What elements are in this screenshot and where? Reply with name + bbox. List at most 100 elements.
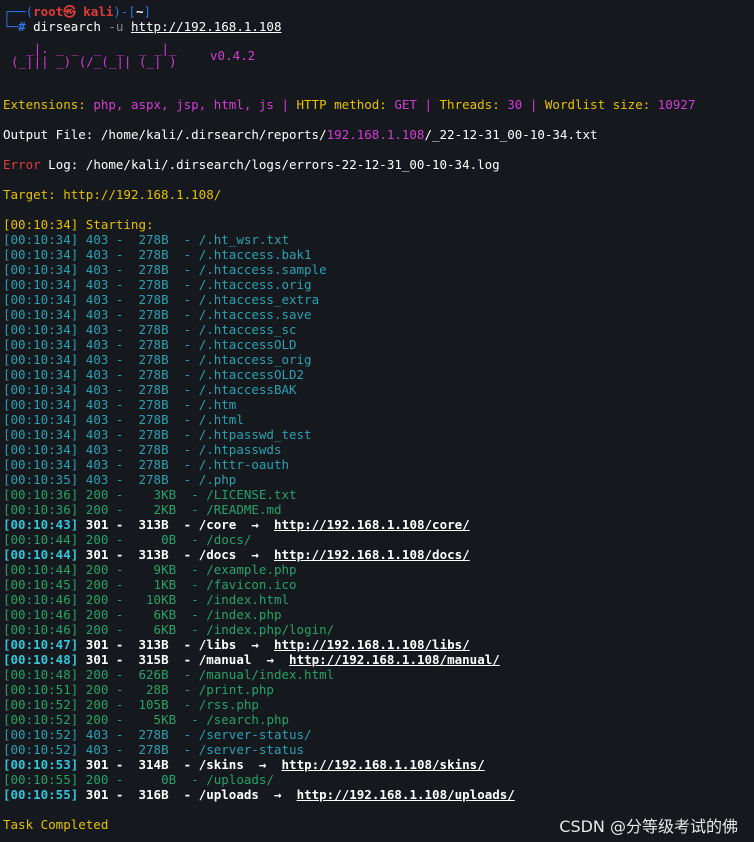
result-path: /.htaccess.save (198, 307, 312, 322)
result-size: 278B (123, 367, 169, 382)
result-size: 278B (123, 292, 169, 307)
result-size: 278B (123, 262, 169, 277)
result-status: 200 (85, 487, 109, 502)
arrow-right-icon: → (251, 547, 259, 562)
config-line: Extensions: php, aspx, jsp, html, js | H… (3, 97, 696, 112)
result-status: 200 (85, 682, 109, 697)
result-time: [00:10:46] (3, 622, 79, 637)
redirect-link[interactable]: http://192.168.1.108/core/ (274, 517, 470, 532)
result-path: /rss.php (198, 697, 259, 712)
redirect-link[interactable]: http://192.168.1.108/manual/ (289, 652, 500, 667)
result-time: [00:10:34] (3, 247, 79, 262)
result-path: /index.php (206, 607, 282, 622)
result-row: [00:10:44] 200 - 0B - /docs/ (3, 532, 252, 547)
result-row: [00:10:45] 200 - 1KB - /favicon.ico (3, 577, 297, 592)
result-path: /.htpasswds (198, 442, 282, 457)
starting-line: [00:10:34] Starting: (3, 217, 154, 232)
result-size: 278B (123, 382, 169, 397)
result-path: /.htaccessOLD2 (198, 367, 305, 382)
result-status: 200 (85, 697, 109, 712)
result-time: [00:10:46] (3, 607, 79, 622)
result-size: 2KB (123, 502, 177, 517)
result-status: 200 (85, 607, 109, 622)
result-time: [00:10:34] (3, 442, 79, 457)
result-status: 200 (85, 622, 109, 637)
result-path: /libs (198, 637, 237, 652)
result-status: 301 (85, 787, 109, 802)
arrow-right-icon: → (273, 787, 282, 802)
redirect-link[interactable]: http://192.168.1.108/skins/ (282, 757, 485, 772)
result-row: [00:10:34] 403 - 278B - /.htpasswd_test (3, 427, 312, 442)
result-size: 0B (123, 532, 177, 547)
result-time: [00:10:34] (3, 307, 79, 322)
result-size: 0B (123, 772, 177, 787)
result-row: [00:10:34] 403 - 278B - /.htaccess.sampl… (3, 262, 327, 277)
result-row: [00:10:34] 403 - 278B - /.htaccessOLD2 (3, 367, 305, 382)
output-file-line: Output File: /home/kali/.dirsearch/repor… (3, 127, 598, 142)
result-path: /LICENSE.txt (206, 487, 297, 502)
result-time: [00:10:34] (3, 292, 79, 307)
result-row: [00:10:48] 200 - 626B - /manual/index.ht… (3, 667, 335, 682)
result-status: 403 (85, 352, 109, 367)
result-size: 10KB (123, 592, 177, 607)
result-size: 105B (123, 697, 169, 712)
result-time: [00:10:48] (3, 667, 79, 682)
result-path: /.htpasswd_test (198, 427, 312, 442)
result-status: 301 (85, 652, 109, 667)
result-size: 5KB (123, 712, 177, 727)
result-status: 403 (85, 742, 109, 757)
redirect-link[interactable]: http://192.168.1.108/docs/ (274, 547, 470, 562)
result-path: /README.md (206, 502, 282, 517)
result-size: 278B (123, 442, 169, 457)
result-time: [00:10:53] (3, 757, 79, 772)
redirect-link[interactable]: http://192.168.1.108/uploads/ (297, 787, 515, 802)
result-row: [00:10:52] 200 - 105B - /rss.php (3, 697, 259, 712)
version-label: v0.4.2 (210, 48, 256, 63)
result-row: [00:10:53] 301 - 314B - /skins → http://… (3, 757, 485, 772)
results-list: [00:10:34] 403 - 278B - /.ht_wsr.txt [00:… (3, 232, 754, 802)
result-status: 403 (85, 412, 109, 427)
redirect-link[interactable]: http://192.168.1.108/libs/ (274, 637, 470, 652)
result-status: 200 (85, 592, 109, 607)
command-name: dirsearch (33, 19, 101, 34)
result-row: [00:10:34] 403 - 278B - /.htaccessBAK (3, 382, 297, 397)
command-url: http://192.168.1.108 (130, 19, 282, 34)
result-size: 278B (123, 307, 169, 322)
result-time: [00:10:34] (3, 457, 79, 472)
result-size: 315B (123, 652, 169, 667)
result-size: 278B (123, 397, 169, 412)
result-size: 6KB (123, 622, 177, 637)
result-time: [00:10:44] (3, 547, 79, 562)
result-time: [00:10:46] (3, 592, 79, 607)
result-status: 403 (85, 247, 109, 262)
terminal-output[interactable]: ┌──(root㉿ kali)-[~] └─# dirsearch -u htt… (3, 4, 754, 832)
result-path: /core (198, 517, 237, 532)
result-status: 403 (85, 232, 109, 247)
result-row: [00:10:52] 403 - 278B - /server-status (3, 742, 305, 757)
result-path: /example.php (206, 562, 297, 577)
result-status: 403 (85, 307, 109, 322)
result-path: /server-status (198, 742, 305, 757)
result-path: /.ht_wsr.txt (198, 232, 290, 247)
result-path: /favicon.ico (206, 577, 297, 592)
result-time: [00:10:48] (3, 652, 79, 667)
result-time: [00:10:34] (3, 367, 79, 382)
result-time: [00:10:34] (3, 232, 79, 247)
result-size: 278B (123, 277, 169, 292)
result-status: 200 (85, 562, 109, 577)
result-path: /manual/index.html (198, 667, 335, 682)
result-size: 278B (123, 232, 169, 247)
result-row: [00:10:55] 200 - 0B - /uploads/ (3, 772, 274, 787)
result-status: 403 (85, 442, 109, 457)
result-status: 301 (85, 757, 109, 772)
result-row: [00:10:46] 200 - 6KB - /index.php/login/ (3, 622, 335, 637)
result-size: 314B (123, 757, 169, 772)
result-status: 403 (85, 472, 109, 487)
result-size: 9KB (123, 562, 177, 577)
result-size: 278B (123, 457, 169, 472)
result-row: [00:10:52] 403 - 278B - /server-status/ (3, 727, 312, 742)
result-size: 278B (123, 742, 169, 757)
result-row: [00:10:34] 403 - 278B - /.httr-oauth (3, 457, 290, 472)
dirsearch-banner: _|. _ _ _ _ _ _|_ (_||| _) (/_(_|| (_| )… (3, 42, 754, 82)
result-size: 316B (123, 787, 169, 802)
